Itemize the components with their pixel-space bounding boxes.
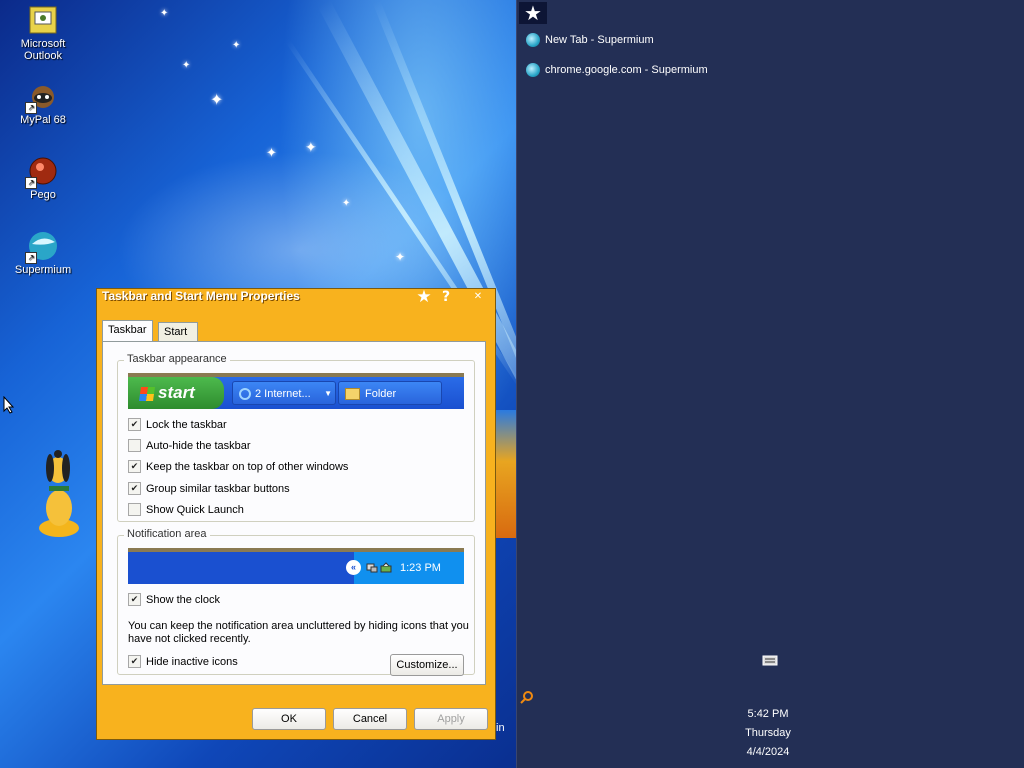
notification-description: have not clicked recently. bbox=[128, 633, 251, 645]
option-show-clock[interactable]: ✔ Show the clock bbox=[128, 592, 220, 608]
dialog-title: Taskbar and Start Menu Properties bbox=[102, 289, 300, 303]
desktop-icon-supermium[interactable]: ↗ Supermium bbox=[3, 230, 83, 276]
checkbox-unchecked[interactable] bbox=[128, 502, 141, 516]
keyboard-icon[interactable] bbox=[762, 654, 778, 666]
sparkle: ✦ bbox=[266, 146, 277, 161]
clock-time[interactable]: 5:42 PM bbox=[718, 708, 818, 720]
option-label: Lock the taskbar bbox=[146, 419, 227, 431]
option-label: Group similar taskbar buttons bbox=[146, 483, 290, 495]
customize-button[interactable]: Customize... bbox=[390, 654, 464, 676]
checkbox-checked[interactable]: ✔ bbox=[128, 459, 141, 473]
sparkle: ✦ bbox=[395, 250, 406, 264]
supermium-icon bbox=[526, 33, 540, 48]
pluto-character-icon bbox=[39, 450, 79, 537]
mouse-cursor-icon bbox=[3, 396, 15, 414]
sparkle: ✦ bbox=[305, 140, 317, 156]
clock-day: Thursday bbox=[745, 727, 791, 739]
sparkle: ✦ bbox=[210, 90, 224, 109]
task-item-chrome-google[interactable]: chrome.google.com - Supermium bbox=[526, 62, 708, 78]
start-star-button[interactable]: ★ bbox=[519, 2, 547, 24]
star-icon[interactable]: ★ bbox=[415, 289, 433, 306]
sparkle: ✦ bbox=[342, 198, 351, 209]
network-icon bbox=[366, 563, 378, 573]
windows-flag-icon bbox=[139, 386, 155, 401]
shortcut-arrow-icon: ↗ bbox=[25, 177, 37, 189]
taskbar-properties-dialog: Taskbar and Start Menu Properties ★ ? ✕ … bbox=[96, 288, 496, 740]
taskbar-appearance-group: Taskbar appearance start 2 Internet... ▼ … bbox=[117, 353, 475, 522]
sparkle: ✦ bbox=[232, 40, 241, 51]
safely-remove-icon bbox=[380, 562, 392, 573]
outlook-icon bbox=[27, 4, 59, 36]
notification-preview: « 1:23 PM bbox=[128, 548, 464, 584]
option-label: Keep the taskbar on top of other windows bbox=[146, 461, 349, 473]
clock-date: 4/4/2024 bbox=[746, 746, 790, 758]
tray-preview: « 1:23 PM bbox=[346, 552, 464, 584]
apply-button[interactable]: Apply bbox=[414, 708, 488, 730]
cancel-button[interactable]: Cancel bbox=[333, 708, 407, 730]
dropdown-arrow-icon: ▼ bbox=[324, 389, 332, 398]
notification-description: You can keep the notification area unclu… bbox=[128, 620, 469, 632]
help-button[interactable]: ? bbox=[437, 289, 455, 305]
desktop-icon-mypal[interactable]: ↗ MyPal 68 bbox=[3, 80, 83, 126]
chevron-left-icon: « bbox=[346, 560, 361, 575]
ie-icon bbox=[239, 388, 251, 401]
desktop-icon-label: Pego bbox=[30, 189, 56, 201]
tab-taskbar[interactable]: Taskbar bbox=[102, 320, 153, 342]
supermium-icon bbox=[526, 63, 540, 78]
preview-start-button: start bbox=[128, 377, 224, 409]
group-label: Taskbar appearance bbox=[124, 353, 230, 365]
desktop-icon-label: Supermium bbox=[14, 264, 72, 276]
background-poster bbox=[496, 410, 516, 538]
desktop-icon-label: Microsoft Outlook bbox=[20, 38, 66, 62]
option-hide-inactive[interactable]: ✔ Hide inactive icons bbox=[128, 654, 238, 670]
ok-button[interactable]: OK bbox=[252, 708, 326, 730]
preview-internet-button: 2 Internet... ▼ bbox=[232, 381, 336, 405]
taskbar-preview: start 2 Internet... ▼ Folder bbox=[128, 373, 464, 409]
task-item-label: New Tab - Supermium bbox=[545, 34, 654, 46]
preview-button-label: 2 Internet... bbox=[255, 388, 311, 400]
group-label: Notification area bbox=[124, 528, 210, 540]
option-label: Show the clock bbox=[146, 594, 220, 606]
checkbox-unchecked[interactable] bbox=[128, 438, 141, 452]
option-quick-launch[interactable]: Show Quick Launch bbox=[128, 502, 244, 518]
checkbox-checked[interactable]: ✔ bbox=[128, 417, 141, 431]
preview-button-label: Folder bbox=[365, 388, 397, 400]
task-item-label: chrome.google.com - Supermium bbox=[545, 64, 708, 76]
tab-panel-taskbar: Taskbar appearance start 2 Internet... ▼ … bbox=[102, 341, 486, 685]
background-text: in bbox=[496, 722, 505, 734]
tray-clock: 1:23 PM bbox=[400, 562, 441, 574]
pego-icon: ↗ bbox=[25, 155, 59, 189]
preview-folder-button: Folder bbox=[338, 381, 442, 405]
taskbar-panel bbox=[516, 0, 1024, 768]
option-keep-on-top[interactable]: ✔ Keep the taskbar on top of other window… bbox=[128, 459, 348, 475]
option-label: Auto-hide the taskbar bbox=[146, 440, 251, 452]
shortcut-arrow-icon: ↗ bbox=[25, 252, 37, 264]
option-auto-hide[interactable]: Auto-hide the taskbar bbox=[128, 438, 251, 454]
checkbox-checked[interactable]: ✔ bbox=[128, 592, 141, 606]
notification-area-group: Notification area « 1:23 PM ✔ Show the cl… bbox=[117, 528, 475, 676]
preview-start-label: start bbox=[158, 383, 195, 402]
option-label: Hide inactive icons bbox=[146, 656, 238, 668]
mypal-icon: ↗ bbox=[25, 80, 59, 114]
dialog-titlebar[interactable]: Taskbar and Start Menu Properties ★ ? ✕ bbox=[97, 289, 495, 309]
option-lock-taskbar[interactable]: ✔ Lock the taskbar bbox=[128, 417, 227, 433]
option-label: Show Quick Launch bbox=[146, 504, 244, 516]
tab-start-menu[interactable]: Start Menu bbox=[158, 322, 198, 356]
supermium-icon: ↗ bbox=[25, 230, 59, 264]
desktop-icon-label: MyPal 68 bbox=[20, 114, 66, 126]
desktop-icon-outlook[interactable]: Microsoft Outlook bbox=[3, 4, 83, 62]
search-icon[interactable] bbox=[520, 690, 534, 704]
sparkle: ✦ bbox=[160, 8, 169, 19]
desktop-icon-pego[interactable]: ↗ Pego bbox=[3, 155, 83, 201]
shortcut-arrow-icon: ↗ bbox=[25, 102, 37, 114]
checkbox-checked[interactable]: ✔ bbox=[128, 481, 141, 495]
task-item-new-tab[interactable]: New Tab - Supermium bbox=[526, 32, 654, 48]
folder-icon bbox=[345, 388, 360, 401]
option-group-buttons[interactable]: ✔ Group similar taskbar buttons bbox=[128, 481, 290, 497]
sparkle: ✦ bbox=[182, 60, 191, 71]
checkbox-checked[interactable]: ✔ bbox=[128, 654, 141, 668]
close-button[interactable]: ✕ bbox=[469, 289, 487, 305]
